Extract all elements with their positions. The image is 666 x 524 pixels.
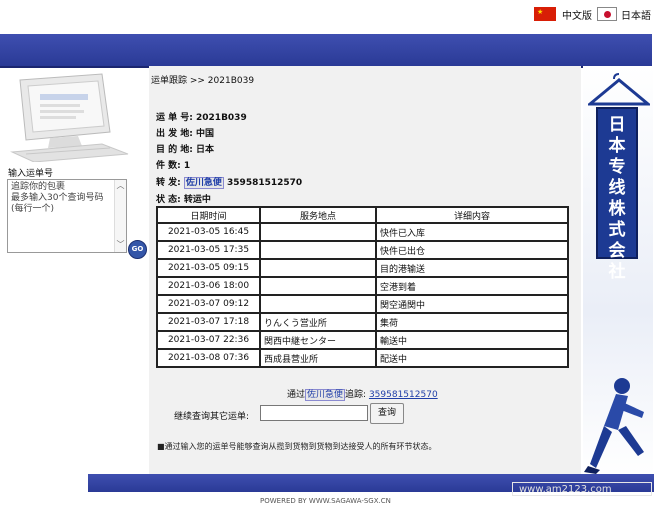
row-detail: 目的港输送 xyxy=(375,258,569,278)
row-datetime: 2021-03-05 09:15 xyxy=(156,258,261,278)
tracking-via-carrier-link[interactable]: 佐川急便 xyxy=(305,389,346,401)
company-sign: 日本专线株式会社 xyxy=(596,107,638,282)
row-detail: 快件已出仓 xyxy=(375,240,569,260)
lang-chinese-link[interactable]: 中文版 xyxy=(534,6,592,22)
textarea-scrollbar[interactable]: ︿ ﹀ xyxy=(114,180,126,252)
row-datetime: 2021-03-05 16:45 xyxy=(156,222,261,242)
row-location xyxy=(259,258,377,278)
table-row: 2021-03-08 07:36 西成县营业所 配送中 xyxy=(156,348,569,368)
status-value: 转运中 xyxy=(183,195,211,205)
go-button[interactable]: GO xyxy=(128,240,147,259)
lang-japanese-label: 日本語 xyxy=(621,10,651,22)
row-datetime: 2021-03-07 22:36 xyxy=(156,330,261,350)
table-row: 2021-03-05 16:45 快件已入库 xyxy=(156,222,569,242)
row-detail: 空港到着 xyxy=(375,276,569,296)
powered-by-text: POWERED BY WWW.SAGAWA-SGX.CN xyxy=(260,497,391,505)
waybill-value: 2021B039 xyxy=(196,113,247,123)
forward-tracking-number: 359581512570 xyxy=(227,178,303,188)
row-datetime: 2021-03-08 07:36 xyxy=(156,348,261,368)
row-detail: 配送中 xyxy=(375,348,569,368)
pieces-row: 件 数: 1 xyxy=(156,158,190,171)
origin-value: 中国 xyxy=(196,129,215,139)
origin-label: 出 发 地: xyxy=(156,129,193,139)
footer-note: ■通过输入您的运单号能够查询从揽到货物到货物到达接受人的所有环节状态。 xyxy=(157,442,437,451)
status-label: 状 态: xyxy=(156,195,181,205)
status-row: 状 态: 转运中 xyxy=(156,192,211,205)
row-detail: 関空通関中 xyxy=(375,294,569,314)
china-flag-icon xyxy=(534,7,556,21)
tracking-via-prefix: 通过 xyxy=(287,390,306,400)
table-header-row: 日期时间 服务地点 详细内容 xyxy=(156,206,569,224)
waybill-textarea-text: 追踪你的包裹 最多输入30个查询号码 (每行一个) xyxy=(11,182,104,214)
tracking-via-line: 通过 佐川急便 追踪: 359581512570 xyxy=(287,387,438,401)
row-location xyxy=(259,276,377,296)
company-sign-text: 日本专线株式会社 xyxy=(608,115,626,282)
row-location xyxy=(259,240,377,260)
watermark: www.am2123.com xyxy=(512,482,652,496)
query-button[interactable]: 查询 xyxy=(370,403,404,424)
lang-chinese-label: 中文版 xyxy=(562,10,592,22)
banner-title: 日本国際エクスプレスラインクエリ xyxy=(10,9,282,29)
table-row: 2021-03-07 22:36 関西中継センター 輸送中 xyxy=(156,330,569,350)
runner-figure-icon xyxy=(584,378,644,474)
breadcrumb: 运单跟踪 >> 2021B039 xyxy=(151,76,255,86)
destination-label: 目 的 地: xyxy=(156,145,193,155)
waybill-textarea[interactable]: 追踪你的包裹 最多输入30个查询号码 (每行一个) ︿ ﹀ xyxy=(7,179,127,253)
scroll-down-icon[interactable]: ﹀ xyxy=(115,239,126,250)
destination-row: 目 的 地: 日本 xyxy=(156,142,214,155)
continue-query-label: 继续查询其它运单: xyxy=(174,412,250,422)
tracking-number-link[interactable]: 359581512570 xyxy=(369,390,438,400)
row-detail: 輸送中 xyxy=(375,330,569,350)
forward-label: 转 发: xyxy=(156,178,181,188)
continue-query-input[interactable] xyxy=(260,405,368,421)
tracking-table: 日期时间 服务地点 详细内容 2021-03-05 16:45 快件已入库 20… xyxy=(156,206,569,368)
origin-row: 出 发 地: 中国 xyxy=(156,126,214,139)
header-banner xyxy=(0,34,652,68)
japan-flag-icon xyxy=(597,7,617,21)
table-row: 2021-03-06 18:00 空港到着 xyxy=(156,276,569,296)
row-location: りんくう営业所 xyxy=(259,312,377,332)
row-location: 関西中継センター xyxy=(259,330,377,350)
row-datetime: 2021-03-06 18:00 xyxy=(156,276,261,296)
tracking-via-mid: 追踪: xyxy=(345,390,367,400)
lang-japanese-link[interactable]: 日本語 xyxy=(597,6,651,22)
col-datetime-header: 日期时间 xyxy=(156,206,261,224)
row-datetime: 2021-03-05 17:35 xyxy=(156,240,261,260)
table-row: 2021-03-05 09:15 目的港输送 xyxy=(156,258,569,278)
pieces-value: 1 xyxy=(183,161,191,171)
row-datetime: 2021-03-07 09:12 xyxy=(156,294,261,314)
col-location-header: 服务地点 xyxy=(259,206,377,224)
row-location: 西成县营业所 xyxy=(259,348,377,368)
scroll-up-icon[interactable]: ︿ xyxy=(115,180,126,191)
destination-value: 日本 xyxy=(196,145,215,155)
waybill-label: 运 单 号: xyxy=(156,113,193,123)
row-detail: 集荷 xyxy=(375,312,569,332)
row-location xyxy=(259,294,377,314)
table-row: 2021-03-07 17:18 りんくう営业所 集荷 xyxy=(156,312,569,332)
row-datetime: 2021-03-07 17:18 xyxy=(156,312,261,332)
row-detail: 快件已入库 xyxy=(375,222,569,242)
carrier-link[interactable]: 佐川急便 xyxy=(183,177,224,189)
pieces-label: 件 数: xyxy=(156,161,181,171)
hanger-icon xyxy=(588,73,650,106)
table-row: 2021-03-07 09:12 関空通関中 xyxy=(156,294,569,314)
row-location xyxy=(259,222,377,242)
waybill-input-label: 输入运单号 xyxy=(8,169,54,179)
computer-illustration-icon xyxy=(10,73,129,162)
table-row: 2021-03-05 17:35 快件已出仓 xyxy=(156,240,569,260)
waybill-row: 运 单 号: 2021B039 xyxy=(156,110,247,123)
col-detail-header: 详细内容 xyxy=(375,206,569,224)
forward-row: 转 发: 佐川急便 359581512570 xyxy=(156,175,303,189)
